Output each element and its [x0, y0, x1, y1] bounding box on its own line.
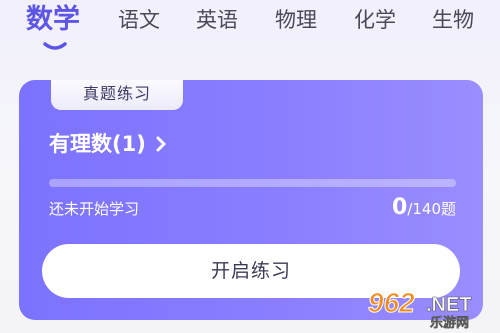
tab-biology[interactable]: 生物	[432, 6, 474, 34]
active-tab-indicator	[43, 42, 67, 50]
chevron-right-icon	[156, 136, 166, 152]
watermark-logo: 962 .NET 乐游网	[368, 287, 472, 330]
count-total: /140题	[407, 200, 456, 218]
practice-card[interactable]: 真题练习 有理数(1) 还未开始学习 0/140题 开启练习	[19, 80, 483, 320]
card-title-row[interactable]: 有理数(1)	[49, 129, 168, 159]
card-tag: 真题练习	[51, 80, 183, 110]
watermark-suffix: .NET	[426, 294, 472, 316]
progress-bar	[49, 179, 456, 187]
tab-physics[interactable]: 物理	[275, 6, 317, 34]
question-count: 0/140题	[392, 194, 456, 223]
tab-chemistry[interactable]: 化学	[354, 6, 396, 34]
tab-chinese[interactable]: 语文	[118, 6, 160, 34]
watermark-site: 乐游网	[430, 315, 469, 329]
card-title: 有理数(1)	[49, 132, 146, 156]
status-text: 还未开始学习	[49, 200, 140, 218]
tab-english[interactable]: 英语	[196, 6, 238, 34]
tab-math[interactable]: 数学	[26, 3, 80, 37]
watermark-number: 962	[368, 287, 415, 318]
count-done: 0	[392, 195, 408, 220]
subject-tab-bar: 数学 语文 英语 物理 化学 生物	[0, 0, 500, 62]
